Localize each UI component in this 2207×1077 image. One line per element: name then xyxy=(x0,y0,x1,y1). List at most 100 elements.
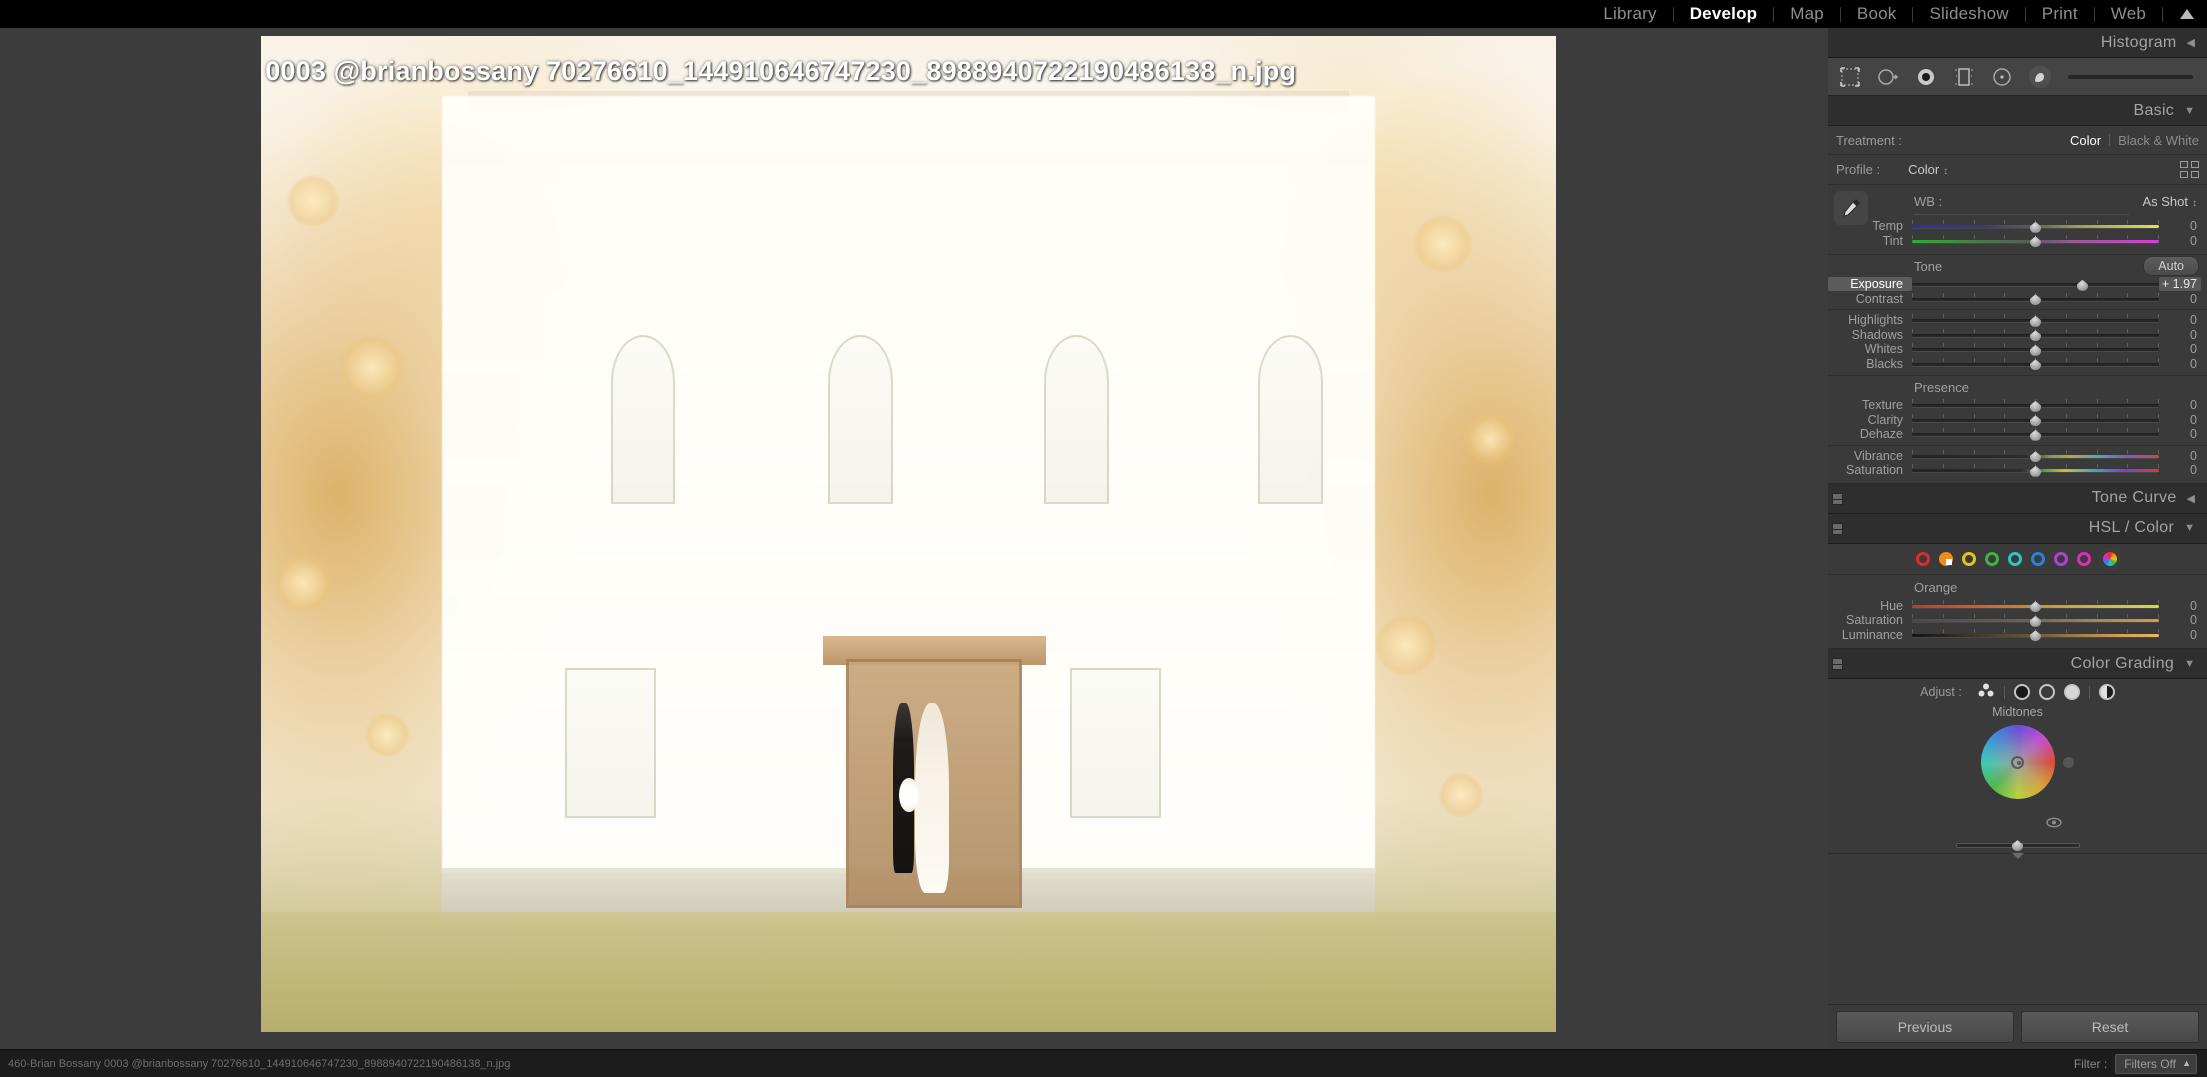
slider-blacks-value[interactable]: 0 xyxy=(2159,357,2201,371)
slider-hsl-hue-label[interactable]: Hue xyxy=(1828,599,1912,613)
basic-panel-header[interactable]: Basic ▼ xyxy=(1828,96,2207,126)
slider-whites-label[interactable]: Whites xyxy=(1828,342,1912,356)
module-slideshow[interactable]: Slideshow xyxy=(1913,0,2024,28)
module-library[interactable]: Library xyxy=(1587,0,1672,28)
slider-exposure-thumb[interactable] xyxy=(2076,279,2088,291)
color-grading-luminance-thumb[interactable] xyxy=(2012,840,2023,851)
slider-dehaze-value[interactable]: 0 xyxy=(2159,427,2201,441)
color-grading-panel-header[interactable]: Color Grading ▼ xyxy=(1828,649,2207,679)
slider-exposure-label[interactable]: Exposure xyxy=(1828,277,1912,292)
global-wheel-button[interactable] xyxy=(2098,684,2115,700)
slider-hsl-saturation-value[interactable]: 0 xyxy=(2159,613,2201,627)
slider-whites-value[interactable]: 0 xyxy=(2159,342,2201,356)
red-eye-tool-icon[interactable] xyxy=(1914,65,1938,89)
module-web[interactable]: Web xyxy=(2095,0,2162,28)
slider-hsl-luminance-track[interactable] xyxy=(1912,628,2159,642)
slider-dehaze-label[interactable]: Dehaze xyxy=(1828,427,1912,441)
color-grading-wheel-handle[interactable] xyxy=(2011,755,2024,769)
wb-preset-value[interactable]: As Shot ↕ xyxy=(2142,194,2197,209)
hsl-swatch-orange[interactable] xyxy=(1938,551,1953,566)
filter-select[interactable]: Filters Off ▲ xyxy=(2115,1053,2197,1074)
color-grading-switch-icon[interactable] xyxy=(1832,658,1844,670)
crop-overlay-tool-icon[interactable] xyxy=(1838,65,1862,89)
profile-browser-icon[interactable] xyxy=(2180,161,2199,178)
tone-curve-panel-header[interactable]: Tone Curve ◀ xyxy=(1828,483,2207,514)
spot-removal-tool-icon[interactable] xyxy=(1876,65,1900,89)
color-grading-luminance-slider[interactable] xyxy=(1955,839,2080,851)
profile-value[interactable]: Color ↕ xyxy=(1908,162,1948,177)
slider-highlights-label[interactable]: Highlights xyxy=(1828,313,1912,327)
hsl-swatch-aqua[interactable] xyxy=(2007,551,2022,566)
color-grading-luminance-dot[interactable] xyxy=(2062,757,2074,768)
slider-texture-track[interactable] xyxy=(1912,398,2159,412)
eye-icon[interactable] xyxy=(2045,815,2062,833)
slider-shadows-label[interactable]: Shadows xyxy=(1828,328,1912,342)
histogram-panel-header[interactable]: Histogram ◀ xyxy=(1828,28,2207,58)
adjustment-brush-tool-icon[interactable] xyxy=(2028,65,2052,89)
slider-saturation-value[interactable]: 0 xyxy=(2159,463,2201,477)
photo-viewport[interactable]: 460-Brian Bossany 0003 @brianbossany 702… xyxy=(261,36,1556,1032)
module-develop[interactable]: Develop xyxy=(1674,0,1774,28)
hsl-swatch-yellow[interactable] xyxy=(1961,551,1976,566)
white-balance-selector-icon[interactable] xyxy=(1834,191,1868,225)
slider-clarity-track[interactable] xyxy=(1912,413,2159,427)
chevron-down-icon[interactable]: ▼ xyxy=(2184,105,2195,117)
slider-hsl-hue-track[interactable] xyxy=(1912,599,2159,613)
slider-clarity-label[interactable]: Clarity xyxy=(1828,413,1912,427)
slider-exposure-value[interactable]: + 1.97 xyxy=(2159,277,2201,292)
slider-hsl-hue-value[interactable]: 0 xyxy=(2159,599,2201,613)
module-print[interactable]: Print xyxy=(2026,0,2094,28)
auto-tone-button[interactable]: Auto xyxy=(2143,256,2199,276)
slider-texture-label[interactable]: Texture xyxy=(1828,398,1912,412)
slider-vibrance-value[interactable]: 0 xyxy=(2159,449,2201,463)
slider-tint-label[interactable]: Tint xyxy=(1828,234,1912,248)
shadows-wheel-button[interactable] xyxy=(2013,684,2030,700)
slider-blacks-track[interactable] xyxy=(1912,357,2159,371)
slider-exposure-track[interactable] xyxy=(1912,277,2159,291)
slider-hsl-saturation-label[interactable]: Saturation xyxy=(1828,613,1912,627)
slider-whites-track[interactable] xyxy=(1912,342,2159,356)
highlights-wheel-button[interactable] xyxy=(2063,684,2080,700)
hsl-swatch-red[interactable] xyxy=(1915,551,1930,566)
slider-hsl-luminance-value[interactable]: 0 xyxy=(2159,628,2201,642)
slider-highlights-value[interactable]: 0 xyxy=(2159,313,2201,327)
slider-vibrance-label[interactable]: Vibrance xyxy=(1828,449,1912,463)
previous-button[interactable]: Previous xyxy=(1836,1011,2014,1043)
hsl-switch-icon[interactable] xyxy=(1832,522,1844,535)
slider-blacks-label[interactable]: Blacks xyxy=(1828,357,1912,371)
chevron-left-icon[interactable]: ◀ xyxy=(2187,492,2195,505)
graduated-filter-tool-icon[interactable] xyxy=(1952,65,1976,89)
slider-contrast-label[interactable]: Contrast xyxy=(1828,292,1912,306)
slider-clarity-value[interactable]: 0 xyxy=(2159,413,2201,427)
all-wheels-icon[interactable] xyxy=(1977,682,1995,703)
treatment-bw-option[interactable]: Black & White xyxy=(2118,133,2199,148)
slider-vibrance-track[interactable] xyxy=(1912,449,2159,463)
slider-saturation-label[interactable]: Saturation xyxy=(1828,463,1912,477)
slider-saturation-track[interactable] xyxy=(1912,463,2159,477)
treatment-color-option[interactable]: Color xyxy=(2070,133,2101,148)
hsl-swatch-green[interactable] xyxy=(1984,551,1999,566)
module-book[interactable]: Book xyxy=(1841,0,1913,28)
slider-contrast-track[interactable] xyxy=(1912,292,2159,306)
slider-shadows-track[interactable] xyxy=(1912,328,2159,342)
chevron-down-icon[interactable]: ▼ xyxy=(2184,658,2195,670)
hsl-swatch-all[interactable] xyxy=(2099,548,2120,569)
slider-hsl-saturation-track[interactable] xyxy=(1912,613,2159,627)
slider-texture-value[interactable]: 0 xyxy=(2159,398,2201,412)
chevron-left-icon[interactable]: ◀ xyxy=(2187,36,2195,49)
brush-size-slider[interactable] xyxy=(2068,74,2193,79)
chevron-down-icon[interactable]: ▼ xyxy=(2184,522,2195,534)
slider-tint-value[interactable]: 0 xyxy=(2159,234,2201,248)
tone-curve-switch-icon[interactable] xyxy=(1832,492,1844,505)
slider-tint-track[interactable] xyxy=(1912,234,2159,248)
hsl-panel-header[interactable]: HSL / Color ▼ xyxy=(1828,513,2207,544)
hsl-swatch-blue[interactable] xyxy=(2030,551,2045,566)
midtones-wheel-button[interactable] xyxy=(2038,684,2055,700)
hsl-swatch-purple[interactable] xyxy=(2053,551,2068,566)
slider-dehaze-track[interactable] xyxy=(1912,427,2159,441)
slider-temp-value[interactable]: 0 xyxy=(2159,219,2201,233)
color-grading-wheel[interactable] xyxy=(1980,725,2055,799)
slider-hsl-luminance-label[interactable]: Luminance xyxy=(1828,628,1912,642)
reset-button[interactable]: Reset xyxy=(2021,1011,2199,1043)
chevron-down-icon[interactable] xyxy=(2011,853,2024,859)
